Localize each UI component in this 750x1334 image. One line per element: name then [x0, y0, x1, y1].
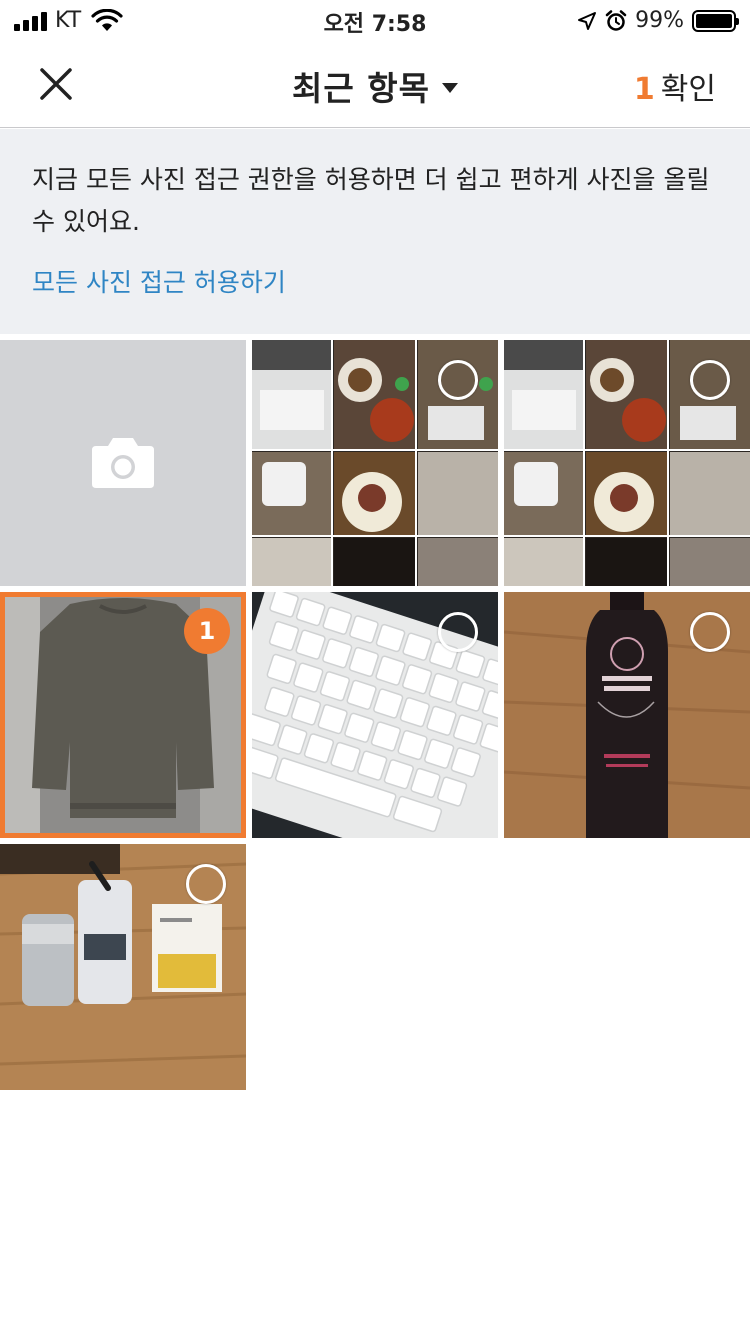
status-bar: KT 오전 7:58 99%: [0, 0, 750, 40]
selected-count: 1: [633, 72, 655, 107]
battery-icon: [692, 9, 739, 32]
camera-icon: [92, 438, 154, 488]
photo-thumbnail[interactable]: [504, 592, 750, 838]
photo-thumbnail[interactable]: [504, 340, 750, 586]
album-title: 최근 항목: [292, 69, 430, 108]
select-circle[interactable]: [438, 612, 478, 652]
select-circle[interactable]: [438, 360, 478, 400]
alarm-icon: [605, 9, 627, 31]
camera-tile[interactable]: [0, 340, 246, 586]
selection-order-badge[interactable]: 1: [184, 608, 230, 654]
select-circle[interactable]: [690, 612, 730, 652]
chevron-down-icon: [441, 82, 458, 93]
location-icon: [578, 11, 597, 30]
battery-percent: 99%: [635, 8, 684, 33]
photo-thumbnail-selected[interactable]: 1: [0, 592, 246, 838]
permission-banner: 지금 모든 사진 접근 권한을 허용하면 더 쉽고 편하게 사진을 올릴 수 있…: [0, 129, 750, 334]
photo-thumbnail[interactable]: [252, 592, 498, 838]
photo-thumbnail[interactable]: [0, 844, 246, 1090]
select-circle[interactable]: [690, 360, 730, 400]
nav-bar: 최근 항목 1 확인: [0, 40, 750, 128]
allow-all-photos-link[interactable]: 모든 사진 접근 허용하기: [32, 263, 286, 299]
battery-fill: [696, 13, 732, 28]
confirm-label: 확인: [660, 72, 716, 107]
confirm-button[interactable]: 1 확인: [634, 64, 716, 108]
photo-thumbnail[interactable]: [252, 340, 498, 586]
permission-message: 지금 모든 사진 접근 권한을 허용하면 더 쉽고 편하게 사진을 올릴 수 있…: [32, 165, 710, 236]
select-circle[interactable]: [186, 864, 226, 904]
